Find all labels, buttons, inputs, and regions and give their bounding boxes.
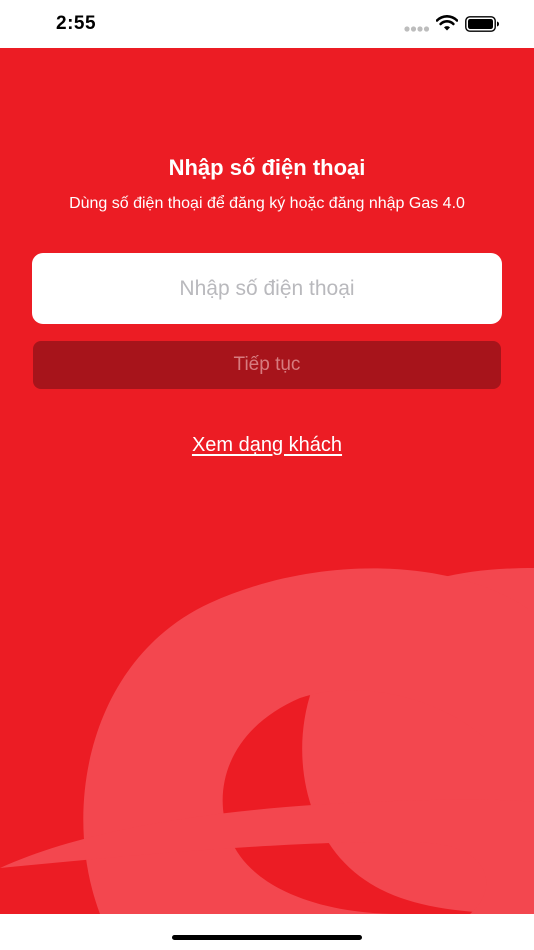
login-screen: Nhập số điện thoại Dùng số điện thoại để… bbox=[0, 48, 534, 914]
page-subtitle: Dùng số điện thoại để đăng ký hoặc đăng … bbox=[69, 195, 465, 212]
battery-icon bbox=[465, 16, 499, 32]
guest-view-link[interactable]: Xem dạng khách bbox=[0, 434, 534, 457]
home-indicator[interactable] bbox=[172, 935, 362, 940]
signal-dots-icon bbox=[404, 26, 430, 32]
phone-number-input[interactable] bbox=[32, 253, 502, 324]
continue-button[interactable]: Tiếp tục bbox=[33, 341, 501, 389]
status-bar: 2:55 bbox=[0, 0, 534, 48]
page-title: Nhập số điện thoại bbox=[168, 155, 366, 180]
status-time: 2:55 bbox=[56, 13, 97, 34]
wifi-icon bbox=[436, 15, 458, 31]
bottom-safe-area bbox=[0, 914, 534, 950]
